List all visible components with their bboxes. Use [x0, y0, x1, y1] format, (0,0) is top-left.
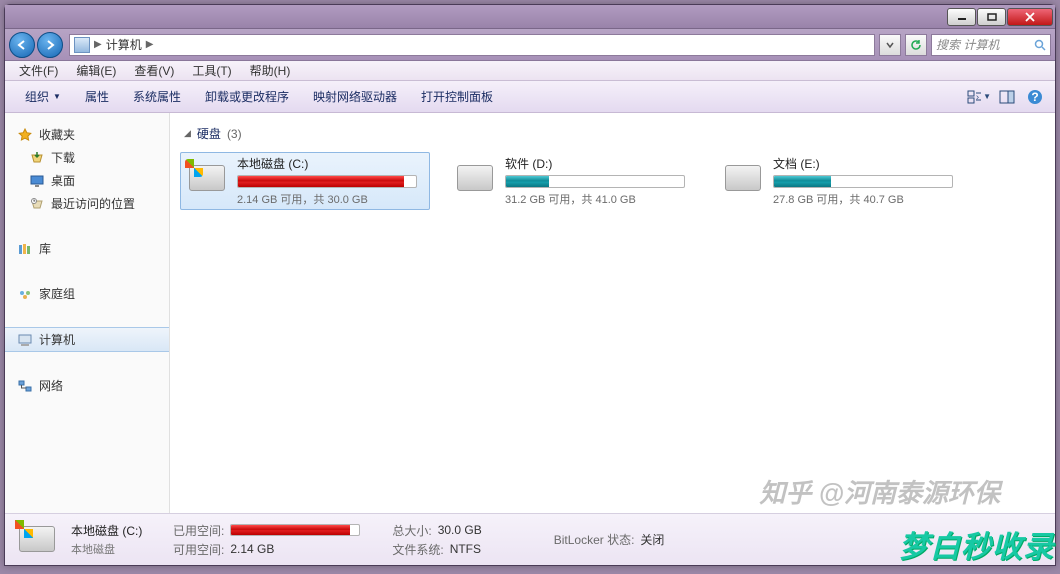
breadcrumb-dropdown-button[interactable]	[879, 34, 901, 56]
refresh-button[interactable]	[905, 34, 927, 56]
menu-edit[interactable]: 编辑(E)	[68, 60, 124, 81]
close-button[interactable]	[1007, 8, 1053, 26]
chevron-down-icon: ▼	[53, 92, 61, 101]
sidebar-recent[interactable]: 最近访问的位置	[5, 192, 169, 215]
network-icon	[17, 378, 33, 394]
sidebar-network[interactable]: 网络	[5, 374, 169, 397]
drive-icon	[185, 159, 229, 203]
free-space-value: 2.14 GB	[230, 542, 274, 556]
libraries-icon	[17, 241, 33, 257]
breadcrumb-sep-icon: ▶	[94, 39, 102, 50]
nav-row: ▶ 计算机 ▶ 搜索 计算机	[5, 29, 1055, 61]
titlebar	[5, 5, 1055, 29]
collapse-icon: ◢	[184, 128, 191, 139]
download-icon	[29, 150, 45, 166]
drive-usage-bar	[773, 175, 953, 188]
recent-icon	[29, 196, 45, 212]
maximize-button[interactable]	[977, 8, 1006, 26]
filesystem-value: NTFS	[450, 542, 481, 556]
drive-stat: 31.2 GB 可用，共 41.0 GB	[505, 191, 693, 207]
total-size-label: 总大小:	[392, 522, 431, 539]
total-size-value: 30.0 GB	[438, 523, 482, 537]
group-count: (3)	[227, 127, 242, 141]
sidebar-libraries[interactable]: 库	[5, 237, 169, 260]
breadcrumb-segment[interactable]: 计算机	[106, 36, 142, 53]
sidebar-homegroup[interactable]: 家庭组	[5, 282, 169, 305]
star-icon	[17, 127, 33, 143]
breadcrumb-sep-icon: ▶	[146, 39, 154, 50]
drive-stat: 2.14 GB 可用，共 30.0 GB	[237, 191, 425, 207]
map-network-drive-button[interactable]: 映射网络驱动器	[301, 84, 409, 109]
desktop-icon	[29, 173, 45, 189]
search-placeholder: 搜索 计算机	[936, 36, 999, 53]
drive-icon	[15, 520, 59, 560]
content-pane: ◢ 硬盘 (3) 本地磁盘 (C:) 2.14 GB 可用，共 30.0 GB 软件…	[170, 113, 1055, 513]
command-bar: 组织▼ 属性 系统属性 卸载或更改程序 映射网络驱动器 打开控制面板 ▼ ?	[5, 81, 1055, 113]
organize-button[interactable]: 组织▼	[13, 84, 73, 109]
back-button[interactable]	[9, 32, 35, 58]
system-properties-button[interactable]: 系统属性	[121, 84, 193, 109]
menu-tools[interactable]: 工具(T)	[184, 60, 239, 81]
drive-tile[interactable]: 软件 (D:) 31.2 GB 可用，共 41.0 GB	[448, 152, 698, 210]
computer-icon	[17, 332, 33, 348]
menu-file[interactable]: 文件(F)	[11, 60, 66, 81]
computer-icon	[74, 37, 90, 53]
drive-name: 软件 (D:)	[505, 155, 693, 172]
used-space-bar	[230, 524, 360, 536]
drive-usage-bar	[237, 175, 417, 188]
group-header[interactable]: ◢ 硬盘 (3)	[184, 125, 1045, 142]
drive-usage-bar	[505, 175, 685, 188]
forward-button[interactable]	[37, 32, 63, 58]
help-button[interactable]: ?	[1023, 86, 1047, 108]
windows-badge-icon	[15, 520, 33, 538]
drive-tile[interactable]: 本地磁盘 (C:) 2.14 GB 可用，共 30.0 GB	[180, 152, 430, 210]
open-control-panel-button[interactable]: 打开控制面板	[409, 84, 505, 109]
preview-pane-button[interactable]	[995, 86, 1019, 108]
sidebar-desktop[interactable]: 桌面	[5, 169, 169, 192]
menu-view[interactable]: 查看(V)	[126, 60, 182, 81]
search-input[interactable]: 搜索 计算机	[931, 34, 1051, 56]
group-label: 硬盘	[197, 125, 221, 142]
sidebar-favorites[interactable]: 收藏夹	[5, 123, 169, 146]
details-pane: 本地磁盘 (C:) 本地磁盘 已用空间: 可用空间: 2.14 GB 总大小: 30…	[5, 513, 1055, 565]
free-space-label: 可用空间:	[173, 541, 224, 558]
drive-tile[interactable]: 文档 (E:) 27.8 GB 可用，共 40.7 GB	[716, 152, 966, 210]
drive-icon	[453, 159, 497, 203]
drive-stat: 27.8 GB 可用，共 40.7 GB	[773, 191, 961, 207]
properties-button[interactable]: 属性	[73, 84, 121, 109]
drive-name: 本地磁盘 (C:)	[237, 155, 425, 172]
uninstall-programs-button[interactable]: 卸载或更改程序	[193, 84, 301, 109]
sidebar-computer[interactable]: 计算机	[5, 327, 169, 352]
search-icon	[1034, 39, 1046, 51]
svg-text:?: ?	[1031, 90, 1038, 104]
drive-icon	[721, 159, 765, 203]
breadcrumb[interactable]: ▶ 计算机 ▶	[69, 34, 875, 56]
windows-badge-icon	[185, 159, 203, 177]
menubar: 文件(F) 编辑(E) 查看(V) 工具(T) 帮助(H)	[5, 61, 1055, 81]
used-space-label: 已用空间:	[173, 522, 224, 539]
homegroup-icon	[17, 286, 33, 302]
sidebar: 收藏夹 下载 桌面 最近访问的位置 库 家庭组 计算机 网络	[5, 113, 170, 513]
bitlocker-label: BitLocker 状态:	[554, 531, 635, 548]
filesystem-label: 文件系统:	[392, 541, 443, 558]
bitlocker-value: 关闭	[640, 531, 664, 548]
view-options-button[interactable]: ▼	[967, 86, 991, 108]
drive-name: 文档 (E:)	[773, 155, 961, 172]
details-subtitle: 本地磁盘	[71, 541, 161, 557]
minimize-button[interactable]	[947, 8, 976, 26]
details-title: 本地磁盘 (C:)	[71, 522, 161, 539]
menu-help[interactable]: 帮助(H)	[242, 60, 299, 81]
sidebar-downloads[interactable]: 下载	[5, 146, 169, 169]
